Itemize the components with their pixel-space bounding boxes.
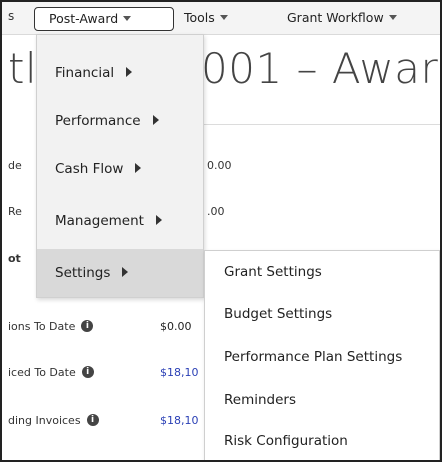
menu-item-management[interactable]: Management	[37, 197, 203, 245]
menu-item-financial[interactable]: Financial	[37, 49, 203, 97]
menu-item-cash-flow[interactable]: Cash Flow	[37, 145, 203, 193]
row-label: ot	[8, 252, 21, 265]
nav-grant-workflow[interactable]: Grant Workflow	[287, 7, 397, 31]
chevron-right-icon	[152, 115, 159, 125]
chevron-right-icon	[155, 215, 162, 225]
post-award-menu: Financial Performance Cash Flow Manageme…	[36, 34, 204, 298]
submenu-item-performance-plan-settings[interactable]: Performance Plan Settings	[205, 337, 439, 377]
info-icon[interactable]: i	[81, 320, 94, 332]
nav-tools[interactable]: Tools	[184, 7, 228, 31]
nav-edge-fragment: s	[8, 9, 15, 23]
nav-tools-label: Tools	[184, 10, 215, 25]
row-label: Re	[8, 205, 22, 218]
menu-item-label: Performance	[55, 113, 141, 129]
row-label: iced To Date i	[8, 366, 94, 379]
row-value: $0.00	[160, 320, 192, 333]
nav-grant-workflow-label: Grant Workflow	[287, 10, 384, 25]
nav-post-award[interactable]: Post-Award	[34, 7, 174, 31]
page-title-left: tl	[8, 44, 38, 93]
chevron-down-icon	[123, 16, 132, 21]
chevron-right-icon	[122, 267, 129, 277]
chevron-down-icon	[388, 15, 397, 20]
row-label-text: ding Invoices	[8, 414, 81, 427]
row-value: .00	[207, 205, 225, 218]
menu-item-label: Cash Flow	[55, 161, 124, 177]
row-label-text: ions To Date	[8, 320, 76, 333]
row-label: ions To Date i	[8, 320, 94, 333]
title-divider	[204, 124, 440, 125]
menu-item-settings[interactable]: Settings	[37, 249, 203, 297]
submenu-item-risk-configuration[interactable]: Risk Configuration	[205, 421, 439, 460]
row-value-link[interactable]: $18,10	[160, 366, 199, 379]
menu-item-label: Settings	[55, 265, 111, 281]
submenu-item-grant-settings[interactable]: Grant Settings	[205, 252, 439, 292]
chevron-right-icon	[126, 67, 133, 77]
submenu-item-budget-settings[interactable]: Budget Settings	[205, 294, 439, 334]
submenu-item-reminders[interactable]: Reminders	[205, 380, 439, 420]
info-icon[interactable]: i	[86, 414, 99, 426]
chevron-down-icon	[219, 15, 228, 20]
row-value-link[interactable]: $18,10	[160, 414, 199, 427]
menu-item-label: Management	[55, 213, 144, 229]
row-value: 0.00	[207, 159, 232, 172]
row-label: ding Invoices i	[8, 414, 99, 427]
settings-submenu: Grant Settings Budget Settings Performan…	[204, 250, 440, 460]
row-label-text: iced To Date	[8, 366, 76, 379]
menu-item-performance[interactable]: Performance	[37, 97, 203, 145]
info-icon[interactable]: i	[81, 366, 94, 378]
menu-item-label: Financial	[55, 65, 115, 81]
page-title-right: 001 – Award	[201, 44, 442, 93]
nav-post-award-label: Post-Award	[49, 11, 119, 26]
top-navbar: s Post-Award Tools Grant Workflow	[2, 2, 440, 35]
chevron-right-icon	[135, 163, 142, 173]
row-label: de	[8, 159, 22, 172]
app-frame: s Post-Award Tools Grant Workflow tl 001…	[0, 0, 442, 462]
